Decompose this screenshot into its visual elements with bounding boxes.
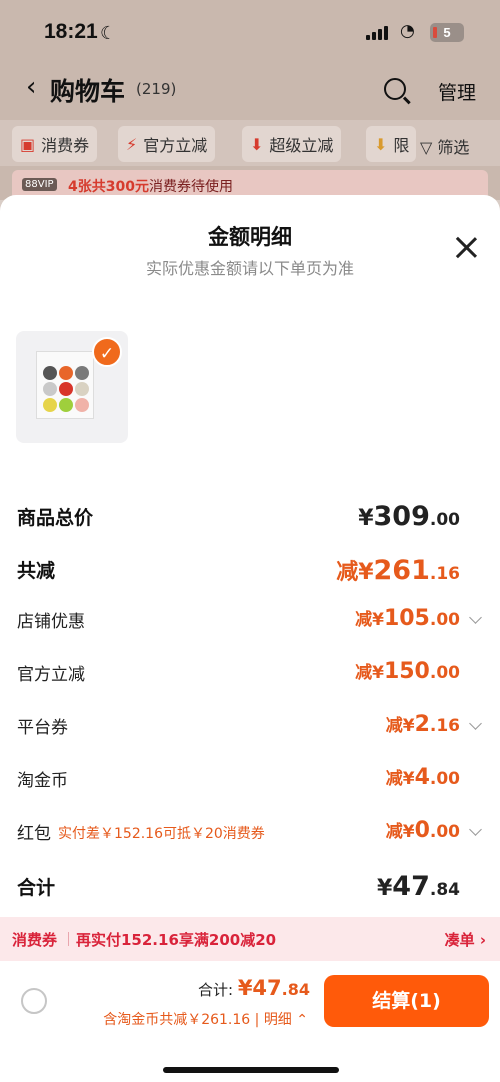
- filter-label: 筛选: [437, 138, 470, 157]
- cart-count: (219): [136, 80, 177, 98]
- coupon-label: 消费券: [12, 931, 58, 949]
- row-label: 店铺优惠: [17, 612, 85, 632]
- filter-button[interactable]: ▽ 筛选: [420, 134, 469, 158]
- discount-text: 含淘金币共减￥261.16 |: [103, 1012, 264, 1028]
- wifi-icon: ◔: [400, 21, 415, 41]
- row-total-discount: 共减 减¥261.16: [0, 550, 500, 590]
- row-label: 红包: [17, 824, 51, 844]
- back-icon[interactable]: ‹: [26, 72, 36, 102]
- chevron-down-icon[interactable]: [469, 611, 482, 624]
- select-all-radio[interactable]: [21, 988, 47, 1014]
- total-summary: 合计: ¥47.84: [198, 976, 310, 1000]
- row-taojinbi: 淘金币 减¥4.00: [0, 760, 500, 800]
- filter-bar: ▣ 消费券 ⚡ 官方立减 ⬇ 超级立减 ⬇ 限 ▽ 筛选: [0, 120, 500, 166]
- battery-icon: 5: [430, 23, 464, 42]
- lightning-icon: ⚡: [126, 134, 138, 154]
- row-value: 减¥150.00: [355, 659, 460, 684]
- arrow-down-icon: ⬇: [374, 134, 388, 154]
- row-value: ¥47.84: [376, 871, 460, 902]
- chip-label: 官方立减: [143, 136, 208, 155]
- filter-chip-official[interactable]: ⚡ 官方立减: [118, 126, 216, 162]
- vip-tag: 88VIP: [22, 178, 57, 191]
- filter-chip-coupon[interactable]: ▣ 消费券: [12, 126, 98, 162]
- row-value: 减¥2.16: [385, 712, 460, 737]
- discount-summary: 含淘金币共减￥261.16 | 明细 ⌃: [103, 1009, 308, 1029]
- row-label: 商品总价: [17, 507, 94, 529]
- add-items-link[interactable]: 凑单 ›: [445, 929, 486, 950]
- arrow-down-icon: ⬇: [250, 134, 264, 154]
- chip-label: 限: [393, 136, 410, 155]
- selected-check-icon[interactable]: ✓: [92, 337, 122, 367]
- row-total-price: 商品总价 ¥309.00: [0, 497, 500, 537]
- row-official-discount: 官方立减 减¥150.00: [0, 654, 500, 694]
- status-bar: 18:21 ☾ ◔ 5: [0, 20, 500, 50]
- red-packet-note: 实付差￥152.16可抵￥20消费券: [58, 826, 265, 842]
- row-value: 减¥4.00: [385, 765, 460, 790]
- row-grand-total: 合计 ¥47.84: [0, 867, 500, 907]
- chevron-down-icon[interactable]: [469, 823, 482, 836]
- chip-label: 超级立减: [269, 136, 334, 155]
- coupon-icon: ▣: [20, 134, 36, 154]
- filter-chip-limit[interactable]: ⬇ 限: [366, 126, 416, 162]
- chevron-down-icon[interactable]: [469, 717, 482, 730]
- row-label: 官方立减: [17, 665, 85, 685]
- vip-highlight: 4张共300元: [68, 179, 149, 195]
- divider: [68, 932, 69, 946]
- signal-icon: [366, 26, 388, 40]
- row-label: 淘金币: [17, 771, 68, 791]
- close-icon[interactable]: [454, 235, 478, 259]
- coupon-strip[interactable]: 消费券 再实付152.16享满200减20 凑单 ›: [0, 917, 500, 961]
- row-platform-coupon[interactable]: 平台券 减¥2.16: [0, 707, 500, 747]
- total-label: 合计:: [197, 981, 238, 999]
- nav-bar: ‹ 购物车 (219) 管理: [0, 70, 500, 110]
- total-value: ¥47: [237, 976, 282, 1000]
- home-indicator: [163, 1067, 339, 1073]
- funnel-icon: ▽: [420, 138, 433, 157]
- row-label: 合计: [17, 877, 56, 899]
- row-label: 共减: [17, 560, 56, 582]
- chip-label: 消费券: [41, 136, 90, 155]
- row-value: 减¥0.00: [385, 818, 460, 843]
- checkout-bar: 合计: ¥47.84 含淘金币共减￥261.16 | 明细 ⌃ 结算(1): [0, 961, 500, 1082]
- moon-icon: ☾: [100, 23, 117, 44]
- row-value: 减¥261.16: [336, 555, 460, 586]
- row-label: 平台券: [17, 718, 68, 738]
- detail-toggle[interactable]: 明细 ⌃: [264, 1012, 308, 1028]
- row-red-packet[interactable]: 红包 实付差￥152.16可抵￥20消费券 减¥0.00: [0, 813, 500, 853]
- checkout-button[interactable]: 结算(1): [324, 975, 489, 1027]
- coupon-text: 再实付152.16享满200减20: [76, 931, 277, 949]
- page-title: 购物车: [50, 77, 126, 106]
- product-image: [36, 351, 94, 419]
- status-time: 18:21: [44, 20, 98, 43]
- row-value: 减¥105.00: [355, 606, 460, 631]
- search-icon[interactable]: [384, 78, 406, 100]
- row-shop-discount[interactable]: 店铺优惠 减¥105.00: [0, 601, 500, 641]
- vip-message: 消费券待使用: [148, 179, 233, 195]
- manage-button[interactable]: 管理: [438, 78, 476, 105]
- filter-chip-super[interactable]: ⬇ 超级立减: [242, 126, 342, 162]
- vip-text: 4张共300元消费券待使用: [68, 176, 233, 196]
- sheet-subtitle: 实际优惠金额请以下单页为准: [145, 259, 354, 278]
- total-decimal: .84: [281, 980, 310, 999]
- sheet-title: 金额明细: [208, 225, 292, 249]
- row-value: ¥309.00: [358, 501, 460, 532]
